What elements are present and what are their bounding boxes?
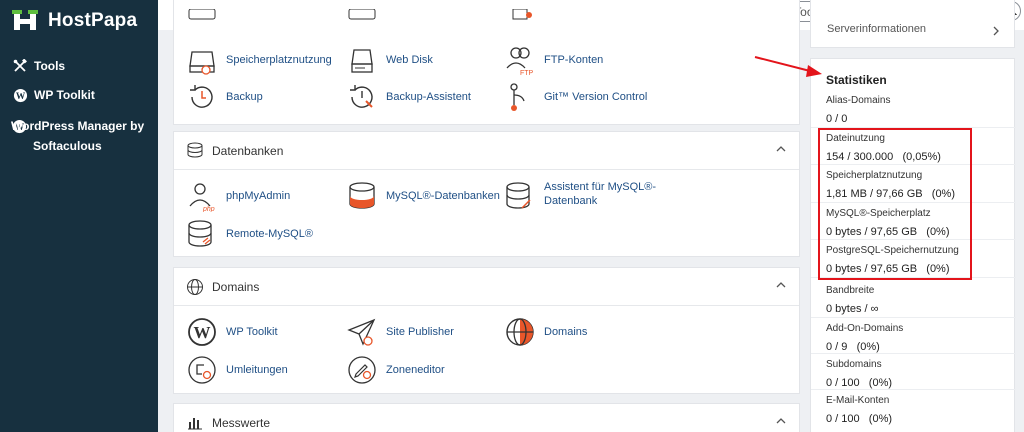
domains-panel-header[interactable]: Domains xyxy=(174,268,799,306)
stat-e-mail-konten: E-Mail-Konten 0 / 100 (0%) xyxy=(811,389,1016,429)
panel-title: Messwerte xyxy=(212,416,271,430)
svg-text:php: php xyxy=(202,206,215,212)
databases-panel-header[interactable]: Datenbanken xyxy=(174,132,799,170)
tool-domains[interactable]: Domains xyxy=(504,316,587,348)
backup-wizard-icon xyxy=(350,85,373,108)
mysql-wizard-icon xyxy=(506,182,531,209)
tool-web-disk[interactable]: Web Disk xyxy=(346,44,433,76)
phpmyadmin-icon: php xyxy=(189,183,215,212)
domains-panel: Domains W WP Toolkit Site Publisher Doma… xyxy=(173,267,800,394)
wordpress-icon: W xyxy=(188,318,216,346)
chevron-up-icon[interactable] xyxy=(775,280,787,290)
tool-backup[interactable]: Backup xyxy=(186,81,263,113)
chevron-up-icon[interactable] xyxy=(775,416,787,426)
server-info-link[interactable]: Serverinformationen xyxy=(827,23,926,35)
chevron-up-icon[interactable] xyxy=(775,144,787,154)
sidebar-item-label: WP Toolkit xyxy=(34,88,95,102)
zone-editor-icon xyxy=(348,356,376,384)
tool-phpmyadmin[interactable]: php phpMyAdmin xyxy=(186,180,290,212)
stat-alias-domains: Alias-Domains 0 / 0 xyxy=(826,95,891,125)
globe-icon xyxy=(187,279,203,295)
domains-icon xyxy=(506,318,534,346)
tools-icon xyxy=(12,58,28,74)
backup-icon xyxy=(190,85,213,108)
panel-title: Datenbanken xyxy=(212,144,284,158)
redirects-icon xyxy=(188,356,216,384)
sidebar-item-wp-toolkit[interactable]: W WP Toolkit xyxy=(12,85,95,105)
svg-text:W: W xyxy=(194,323,211,342)
sidebar-item-wordpress-manager[interactable]: W WordPress Manager by Softaculous xyxy=(11,116,152,156)
tool-ftp-konten[interactable]: FTP FTP-Konten xyxy=(504,44,603,76)
tool-git[interactable]: Git™ Version Control xyxy=(504,81,647,113)
disk-usage-icon xyxy=(189,51,215,75)
tool-backup-assistent[interactable]: Backup-Assistent xyxy=(346,81,471,113)
ftp-accounts-icon: FTP xyxy=(506,47,534,76)
metrics-panel-header[interactable]: Messwerte xyxy=(174,404,799,432)
stat-bandbreite: Bandbreite 0 bytes / ∞ xyxy=(811,277,1016,317)
database-icon xyxy=(187,142,203,158)
tool-speicherplatznutzung[interactable]: Speicherplatznutzung xyxy=(186,44,332,76)
tool-zoneneditor[interactable]: Zoneneditor xyxy=(346,354,445,386)
annotation-arrow xyxy=(754,56,822,77)
site-publisher-icon xyxy=(347,318,376,346)
stat-subdomains: Subdomains 0 / 100 (0%) xyxy=(811,353,1016,389)
wordpress-icon: W xyxy=(12,87,28,103)
app-name: HostPapa xyxy=(48,10,138,31)
file-icon-partial xyxy=(188,9,216,20)
tool-wp-toolkit[interactable]: W WP Toolkit xyxy=(186,316,278,348)
tool-remote-mysql[interactable]: Remote-MySQL® xyxy=(186,218,313,250)
statistics-title: Statistiken xyxy=(826,73,887,87)
tool-mysql-datenbanken[interactable]: MySQL®-Datenbanken xyxy=(346,180,500,212)
stat-add-on-domains: Add-On-Domains 0 / 9 (0%) xyxy=(811,317,1016,353)
sidebar-item-tools[interactable]: Tools xyxy=(12,56,65,76)
file-icon-partial xyxy=(512,9,532,20)
chevron-right-icon[interactable] xyxy=(992,25,1000,37)
svg-text:W: W xyxy=(15,91,25,101)
tool-mysql-assistent[interactable]: Assistent für MySQL®-Datenbank xyxy=(504,180,664,212)
tool-site-publisher[interactable]: Site Publisher xyxy=(346,316,454,348)
highlight-box xyxy=(818,128,972,280)
file-icon-partial xyxy=(348,9,376,20)
web-disk-icon xyxy=(351,49,373,73)
panel-title: Domains xyxy=(212,280,260,294)
bar-chart-icon xyxy=(188,418,202,430)
sidebar: HostPapa Tools W WP Toolkit W WordPress … xyxy=(0,0,158,432)
git-icon xyxy=(510,83,525,111)
databases-panel: Datenbanken php phpMyAdmin MySQL®-Datenb… xyxy=(173,131,800,257)
files-panel: Speicherplatznutzung Web Disk FTP FTP-Ko… xyxy=(173,0,800,125)
hostpapa-logo[interactable]: HostPapa xyxy=(12,10,137,32)
hostpapa-logo-icon xyxy=(12,10,38,30)
mysql-databases-icon xyxy=(349,182,375,209)
metrics-panel: Messwerte xyxy=(173,403,800,432)
server-info-panel[interactable]: Serverinformationen xyxy=(810,0,1015,48)
remote-mysql-icon xyxy=(188,220,212,247)
sidebar-item-label: WordPress Manager by Softaculous xyxy=(11,119,145,153)
sidebar-item-label: Tools xyxy=(34,59,66,73)
tool-umleitungen[interactable]: Umleitungen xyxy=(186,354,288,386)
svg-text:FTP: FTP xyxy=(520,70,534,76)
